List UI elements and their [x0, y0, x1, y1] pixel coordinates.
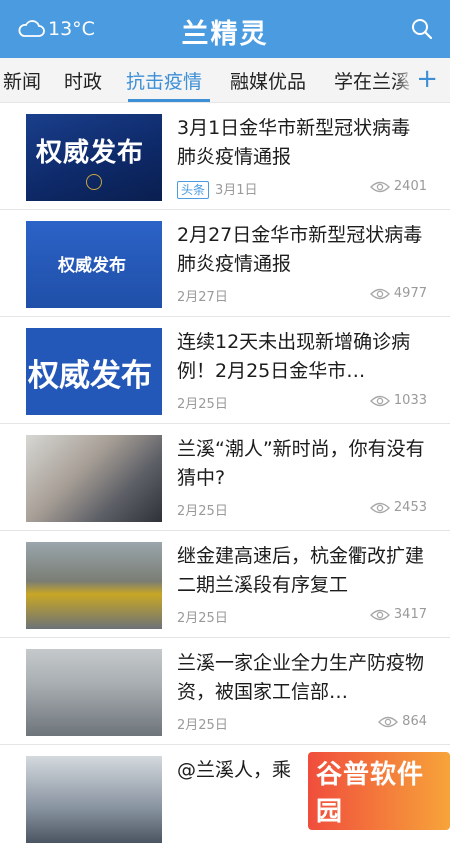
category-tabs: 新闻 时政 抗击疫情 融媒优品 学在兰溪 + [0, 58, 450, 103]
news-meta: 2月25日 2453 [177, 500, 427, 519]
tab-media-picks[interactable]: 融媒优品 [230, 67, 306, 94]
eye-icon [369, 181, 390, 192]
view-count-value: 2401 [393, 179, 427, 194]
news-meta: 2月25日 1033 [177, 393, 427, 412]
view-count-value: 1033 [393, 393, 427, 408]
news-title: 兰溪“潮人”新时尚，你有没有猜中? [177, 438, 425, 489]
thumbnail-text: 权威发布 [36, 138, 145, 168]
tabs-fade [395, 58, 415, 102]
news-date: 2月25日 [177, 397, 228, 412]
eye-icon [378, 716, 399, 727]
news-thumbnail: 权威发布 [26, 221, 162, 308]
eye-icon [369, 609, 390, 620]
news-item[interactable]: 兰溪一家企业全力生产防疫物资，被国家工信部… 2月25日 864 [0, 638, 450, 745]
news-photo [26, 542, 162, 629]
news-date: 2月27日 [177, 290, 228, 305]
view-count: 2453 [369, 500, 427, 515]
thumbnail-text: 权威发布 [58, 256, 126, 276]
view-count-value: 2453 [393, 500, 427, 515]
headline-badge: 头条 [177, 181, 210, 199]
news-item[interactable]: 继金建高速后，杭金衢改扩建二期兰溪段有序复工 2月25日 3417 [0, 531, 450, 638]
add-channel-button[interactable]: + [416, 64, 438, 94]
news-item[interactable]: 权威发布 连续12天未出现新增确诊病例！2月25日金华市… 2月25日 1033 [0, 317, 450, 424]
news-title: 连续12天未出现新增确诊病例！2月25日金华市… [177, 331, 411, 382]
news-thumbnail: 权威发布 [26, 328, 162, 415]
news-date: 2月25日 [177, 611, 228, 626]
view-count: 2401 [369, 179, 427, 194]
view-count-value: 864 [402, 714, 427, 729]
search-button[interactable] [410, 17, 434, 41]
active-tab-indicator [128, 99, 210, 102]
news-title: 3月1日金华市新型冠状病毒肺炎疫情通报 [177, 117, 411, 168]
news-item[interactable]: 兰溪“潮人”新时尚，你有没有猜中? 2月25日 2453 [0, 424, 450, 531]
search-icon [412, 19, 433, 40]
news-title: 继金建高速后，杭金衢改扩建二期兰溪段有序复工 [177, 545, 425, 596]
news-thumbnail: 权威发布 [26, 114, 162, 201]
view-count: 864 [378, 714, 427, 729]
eye-icon [369, 502, 390, 513]
news-item[interactable]: 权威发布 2月27日金华市新型冠状病毒肺炎疫情通报 2月27日 4977 [0, 210, 450, 317]
news-title: 2月27日金华市新型冠状病毒肺炎疫情通报 [177, 224, 423, 275]
emblem-icon [86, 174, 102, 190]
news-meta: 2月27日 4977 [177, 286, 427, 305]
view-count-value: 3417 [393, 607, 427, 622]
news-meta: 头条 3月1日 2401 [177, 179, 427, 199]
watermark-logo: 谷普软件园 [308, 752, 450, 830]
tab-news[interactable]: 新闻 [3, 67, 41, 94]
news-date: 2月25日 [177, 504, 228, 519]
news-photo [26, 435, 162, 522]
view-count: 3417 [369, 607, 427, 622]
tab-politics[interactable]: 时政 [64, 67, 102, 94]
news-date: 2月25日 [177, 718, 228, 733]
view-count: 1033 [369, 393, 427, 408]
news-title: 兰溪一家企业全力生产防疫物资，被国家工信部… [177, 652, 425, 703]
news-photo [26, 756, 162, 843]
app-header: 13°C 兰精灵 [0, 0, 450, 58]
news-date: 3月1日 [215, 183, 258, 198]
thumbnail-text: 权威发布 [28, 358, 152, 394]
tab-epidemic[interactable]: 抗击疫情 [126, 67, 202, 94]
news-meta: 2月25日 3417 [177, 607, 427, 626]
news-photo [26, 649, 162, 736]
view-count-value: 4977 [393, 286, 427, 301]
eye-icon [369, 288, 390, 299]
app-title: 兰精灵 [181, 19, 269, 50]
news-meta: 2月25日 864 [177, 714, 427, 733]
news-item[interactable]: 权威发布 3月1日金华市新型冠状病毒肺炎疫情通报 头条 3月1日 2401 [0, 103, 450, 210]
eye-icon [369, 395, 390, 406]
view-count: 4977 [369, 286, 427, 301]
